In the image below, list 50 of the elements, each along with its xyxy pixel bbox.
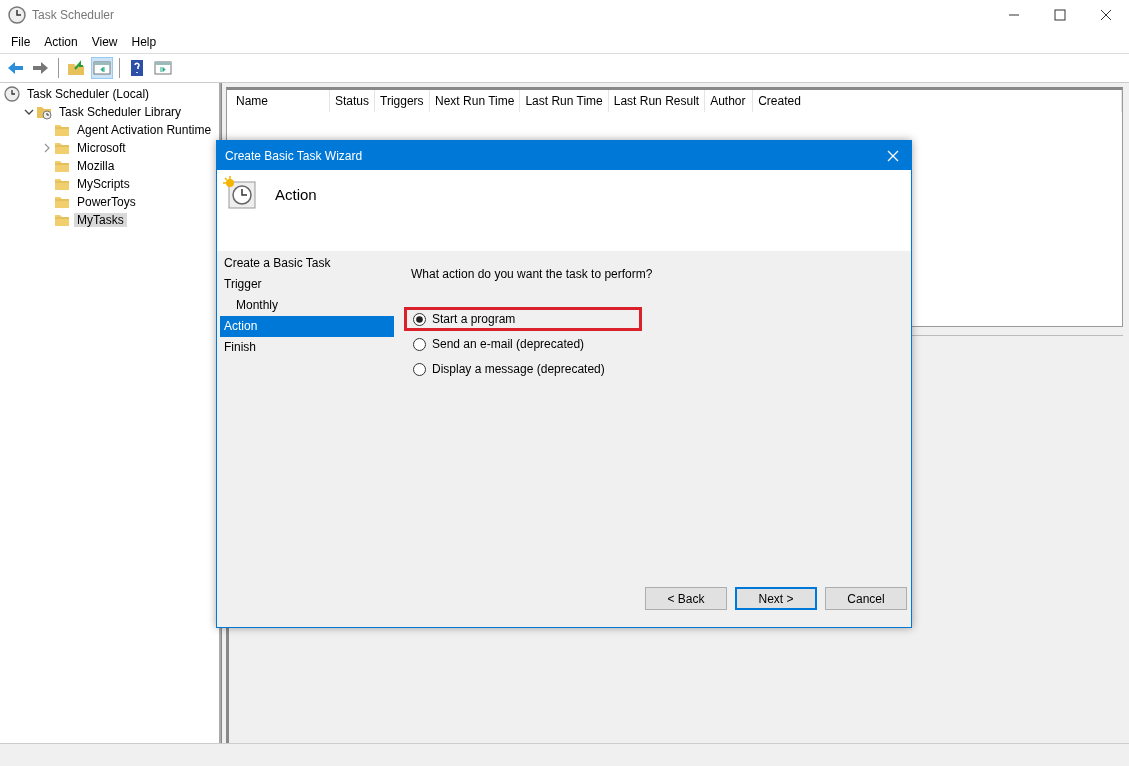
- column-header[interactable]: Triggers: [375, 90, 431, 112]
- close-icon[interactable]: [1100, 9, 1112, 21]
- option-label[interactable]: Display a message (deprecated): [432, 362, 605, 376]
- menu-item[interactable]: Action: [37, 34, 85, 49]
- folder-icon: [54, 158, 70, 174]
- tree-item[interactable]: Mozilla: [74, 159, 118, 173]
- dialog-button[interactable]: < Back: [645, 587, 727, 610]
- wizard-step[interactable]: Create a Basic Task: [220, 253, 394, 274]
- option-label[interactable]: Send an e-mail (deprecated): [432, 337, 585, 351]
- wizard-step[interactable]: Monthly: [220, 295, 394, 316]
- wizard-step[interactable]: Finish: [220, 337, 394, 358]
- radio-button[interactable]: [413, 362, 426, 376]
- option-label[interactable]: Start a program: [432, 312, 516, 326]
- window-title: Task Scheduler: [32, 8, 116, 22]
- column-header[interactable]: Last Run Result: [608, 90, 706, 112]
- radio-button[interactable]: [413, 337, 426, 351]
- dialog-button[interactable]: Next >: [735, 587, 817, 610]
- wizard-step[interactable]: Trigger: [220, 274, 394, 295]
- column-header[interactable]: Next Run Time: [430, 90, 521, 112]
- wizard-step[interactable]: Action: [220, 316, 394, 337]
- menu-item[interactable]: Help: [124, 34, 164, 49]
- clock-icon: [8, 6, 26, 24]
- tree-item[interactable]: Task Scheduler (Local): [24, 87, 153, 101]
- dialog-title: Create Basic Task Wizard: [225, 148, 364, 163]
- maximize-icon[interactable]: [1054, 9, 1066, 21]
- radio-button[interactable]: [413, 312, 426, 326]
- folder-icon: [36, 104, 52, 120]
- dialog-button[interactable]: Cancel: [825, 587, 907, 610]
- folder-icon: [54, 140, 70, 156]
- column-header[interactable]: Name: [231, 90, 330, 112]
- tree-item[interactable]: Microsoft: [74, 141, 129, 155]
- tree-item[interactable]: Task Scheduler Library: [56, 105, 185, 119]
- tree-item[interactable]: Agent Activation Runtime: [74, 123, 215, 137]
- folder-icon: [54, 212, 70, 228]
- clock-icon: [223, 176, 257, 210]
- column-header[interactable]: Status: [330, 90, 376, 112]
- clock-icon: [4, 86, 20, 102]
- menu-item[interactable]: View: [84, 34, 125, 49]
- folder-icon: [54, 194, 70, 210]
- tree-item[interactable]: MyTasks: [74, 213, 127, 227]
- folder-icon: [54, 176, 70, 192]
- tree-item[interactable]: PowerToys: [74, 195, 139, 209]
- wizard-heading: Action: [275, 186, 317, 203]
- tree-item[interactable]: MyScripts: [74, 177, 133, 191]
- menu-item[interactable]: File: [4, 34, 38, 49]
- question-text: What action do you want the task to perform?: [411, 267, 654, 283]
- column-header[interactable]: Last Run Time: [520, 90, 609, 112]
- column-header[interactable]: Created: [753, 90, 1122, 112]
- column-header[interactable]: Author: [705, 90, 754, 112]
- folder-icon: [54, 122, 70, 138]
